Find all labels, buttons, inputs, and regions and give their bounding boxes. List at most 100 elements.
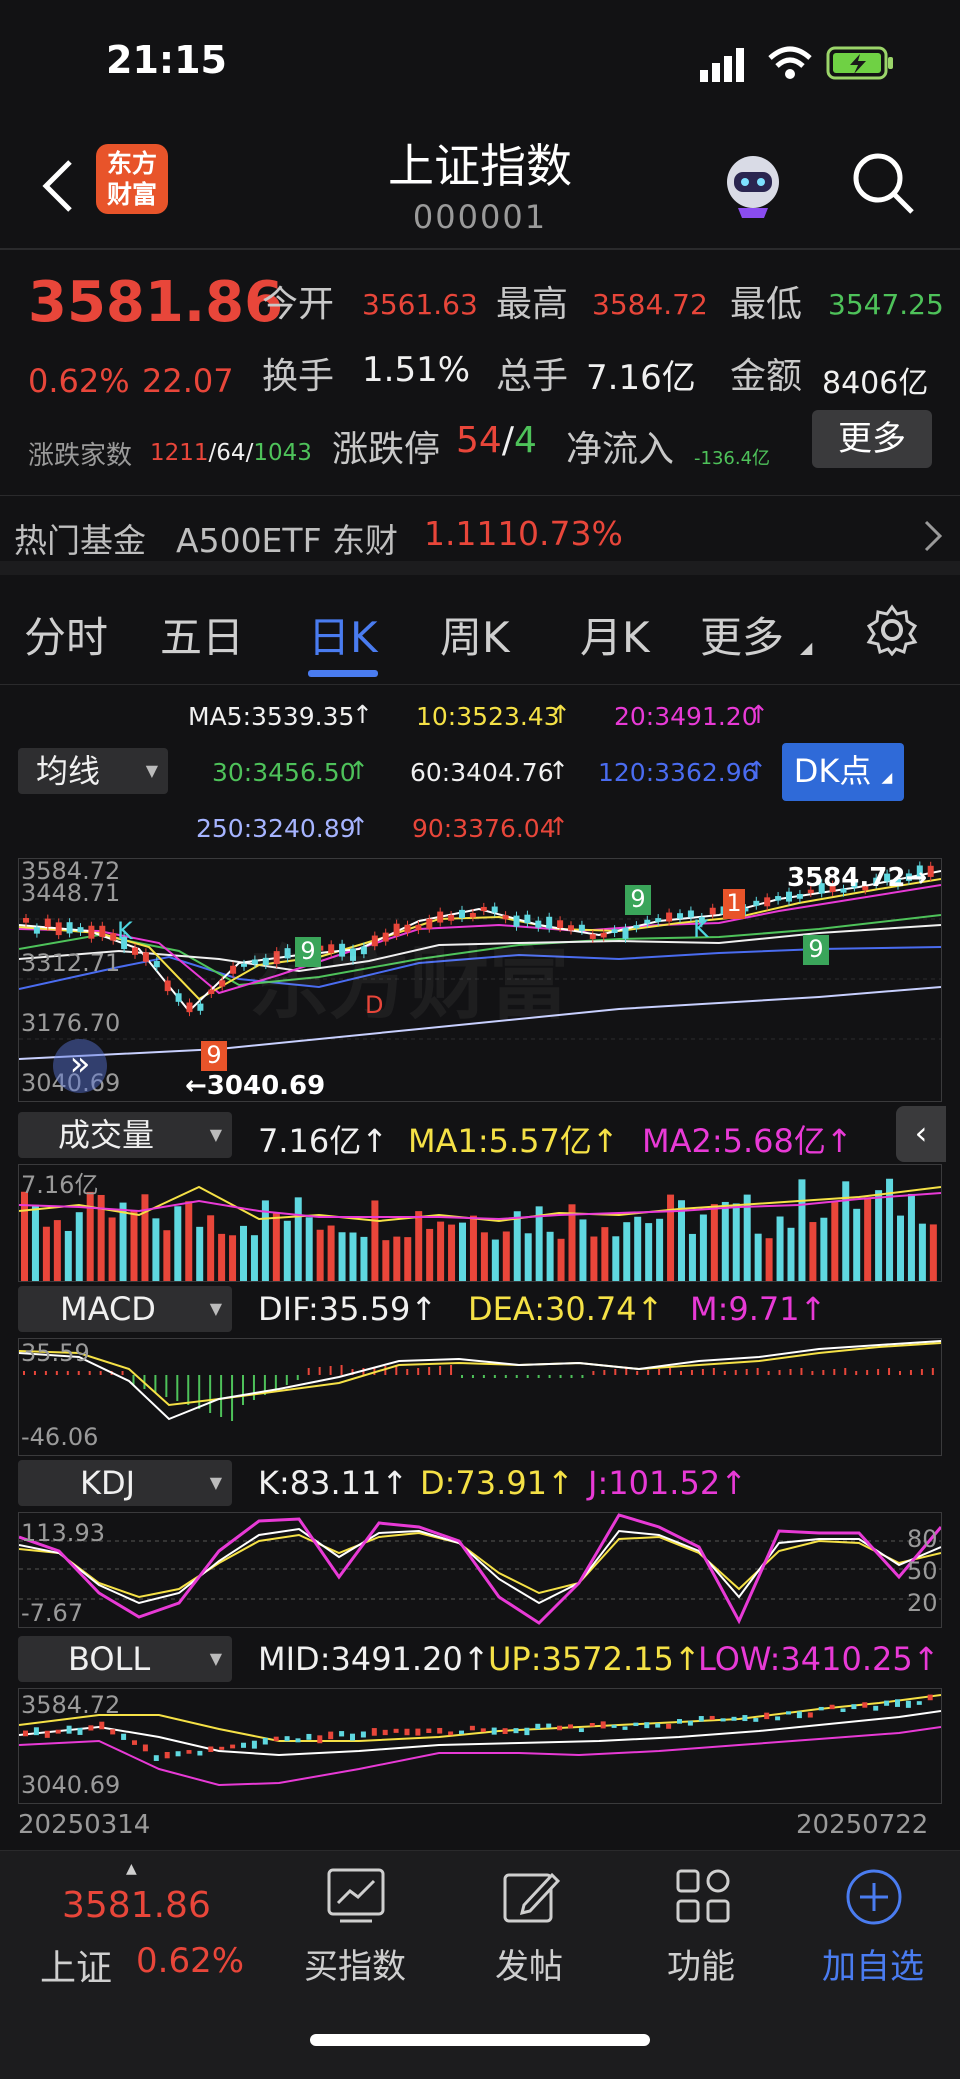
- volume-bar: [776, 1216, 784, 1281]
- ma250-value: 250:3240.89: [196, 814, 356, 843]
- macd-svg: [19, 1340, 941, 1421]
- boll-candle: [393, 1728, 399, 1733]
- ma10-arrow: ↑: [550, 700, 571, 729]
- boll-dropdown[interactable]: BOLL ▼: [18, 1636, 232, 1682]
- macd-bar: [734, 1370, 737, 1375]
- expand-left-icon[interactable]: »: [53, 1039, 107, 1093]
- volume-bar: [688, 1233, 696, 1281]
- settings-gear-icon[interactable]: [866, 604, 918, 656]
- boll-candle: [121, 1733, 127, 1740]
- tab-weekly-k[interactable]: 周K: [440, 604, 510, 665]
- boll-candle: [142, 1744, 148, 1752]
- boll-candle: [33, 1727, 39, 1736]
- low-value: 3547.25: [828, 288, 944, 321]
- volume-value: 7.16亿↑: [258, 1122, 389, 1160]
- boll-candle: [371, 1728, 377, 1736]
- kdj-dropdown[interactable]: KDJ ▼: [18, 1460, 232, 1506]
- volume-bar: [382, 1240, 390, 1281]
- collapse-panel-icon[interactable]: ‹: [896, 1106, 946, 1162]
- macd-bar: [504, 1375, 507, 1378]
- volume-dropdown[interactable]: 成交量 ▼: [18, 1112, 232, 1158]
- kline-chart[interactable]: 东方财富 3584.72 3448.71 3312.71 3176.70 304…: [18, 857, 942, 1102]
- functions-button[interactable]: 功能: [636, 1939, 766, 1988]
- macd-dif: DIF:35.59↑: [258, 1290, 438, 1328]
- more-button[interactable]: 更多: [812, 410, 932, 468]
- open-label: 今开: [262, 284, 335, 325]
- search-icon[interactable]: [850, 150, 916, 216]
- post-button[interactable]: 发帖: [464, 1939, 594, 1988]
- macd-dropdown[interactable]: MACD ▼: [18, 1286, 232, 1332]
- macd-bar: [329, 1366, 332, 1375]
- low-label: 最低: [730, 284, 803, 325]
- macd-bar: [822, 1370, 825, 1375]
- ma30-value: 30:3456.50: [212, 758, 356, 787]
- boll-candle: [491, 1727, 497, 1735]
- macd-bar: [33, 1371, 36, 1375]
- boll-candle: [426, 1728, 432, 1733]
- dk-point-button[interactable]: DK点 ◢: [782, 743, 904, 801]
- buy-index-button[interactable]: 买指数: [290, 1939, 420, 1988]
- volume-bar: [875, 1190, 883, 1281]
- tab-intraday[interactable]: 分时: [24, 604, 108, 665]
- kline-candle: [578, 924, 585, 931]
- volume-bar: [196, 1226, 204, 1281]
- volume-bar: [754, 1233, 762, 1281]
- kline-candle: [99, 925, 106, 937]
- active-tab-indicator: [308, 670, 378, 677]
- volume-bar: [502, 1231, 510, 1281]
- boll-candle: [99, 1721, 105, 1730]
- boll-candle: [873, 1705, 879, 1711]
- volume-bar: [765, 1238, 773, 1281]
- ma-dropdown[interactable]: 均线 ▼: [18, 748, 168, 794]
- macd-bar: [66, 1371, 69, 1375]
- date-end: 20250722: [796, 1810, 929, 1840]
- boll-candle: [88, 1725, 94, 1731]
- kline-candle: [600, 932, 607, 938]
- volume-bar: [524, 1233, 532, 1281]
- boll-candle: [731, 1716, 737, 1721]
- macd-bar: [198, 1375, 201, 1409]
- fund-pct: 0.73%: [518, 514, 623, 553]
- tab-daily-k[interactable]: 日K: [308, 604, 378, 665]
- boll-candle: [448, 1731, 454, 1736]
- macd-m: M:9.71↑: [690, 1290, 827, 1328]
- volume-bar: [732, 1203, 740, 1281]
- macd-bar: [417, 1368, 420, 1375]
- boll-candle: [524, 1727, 530, 1736]
- netflow-label: 净流入: [566, 429, 675, 470]
- kline-candle: [480, 906, 487, 912]
- macd-bar: [23, 1371, 25, 1375]
- boll-candle: [208, 1746, 214, 1752]
- volume-bar: [240, 1225, 247, 1281]
- macd-bar: [712, 1368, 715, 1375]
- tab-five-day[interactable]: 五日: [160, 604, 244, 665]
- tab-monthly-k[interactable]: 月K: [580, 604, 650, 665]
- macd-bar: [77, 1371, 80, 1375]
- ma120-value: 120:3362.96: [598, 758, 758, 787]
- boll-candle: [415, 1728, 421, 1736]
- kline-candle: [666, 912, 673, 922]
- high-value: 3584.72: [592, 288, 708, 321]
- boll-candle: [437, 1727, 443, 1734]
- boll-candle: [568, 1724, 573, 1729]
- macd-bar: [909, 1370, 912, 1375]
- volume-bar: [327, 1225, 335, 1281]
- boll-candle: [633, 1722, 639, 1727]
- hot-fund-bar[interactable]: 热门基金 A500ETF 东财 1.111 0.73%: [0, 495, 960, 575]
- macd-bar: [482, 1375, 485, 1378]
- boll-chart: 3584.72 3040.69: [18, 1688, 942, 1804]
- chevron-right-icon: [924, 520, 943, 552]
- kdj-ref-80: 80: [907, 1525, 938, 1553]
- add-watchlist-button[interactable]: 加自选: [808, 1939, 938, 1988]
- ma5-value: MA5:3539.35: [188, 702, 355, 731]
- boll-candle: [589, 1722, 595, 1727]
- robot-assistant-icon[interactable]: [718, 150, 788, 220]
- macd-bar: [318, 1367, 321, 1375]
- kline-candle: [927, 865, 934, 877]
- status-bar: 21:15: [0, 0, 960, 120]
- bottom-index-name: 上证: [40, 1948, 113, 1989]
- boll-candle: [818, 1706, 824, 1711]
- volume-bar: [185, 1201, 193, 1281]
- tab-more[interactable]: 更多: [700, 604, 784, 665]
- macd-bar: [767, 1371, 770, 1375]
